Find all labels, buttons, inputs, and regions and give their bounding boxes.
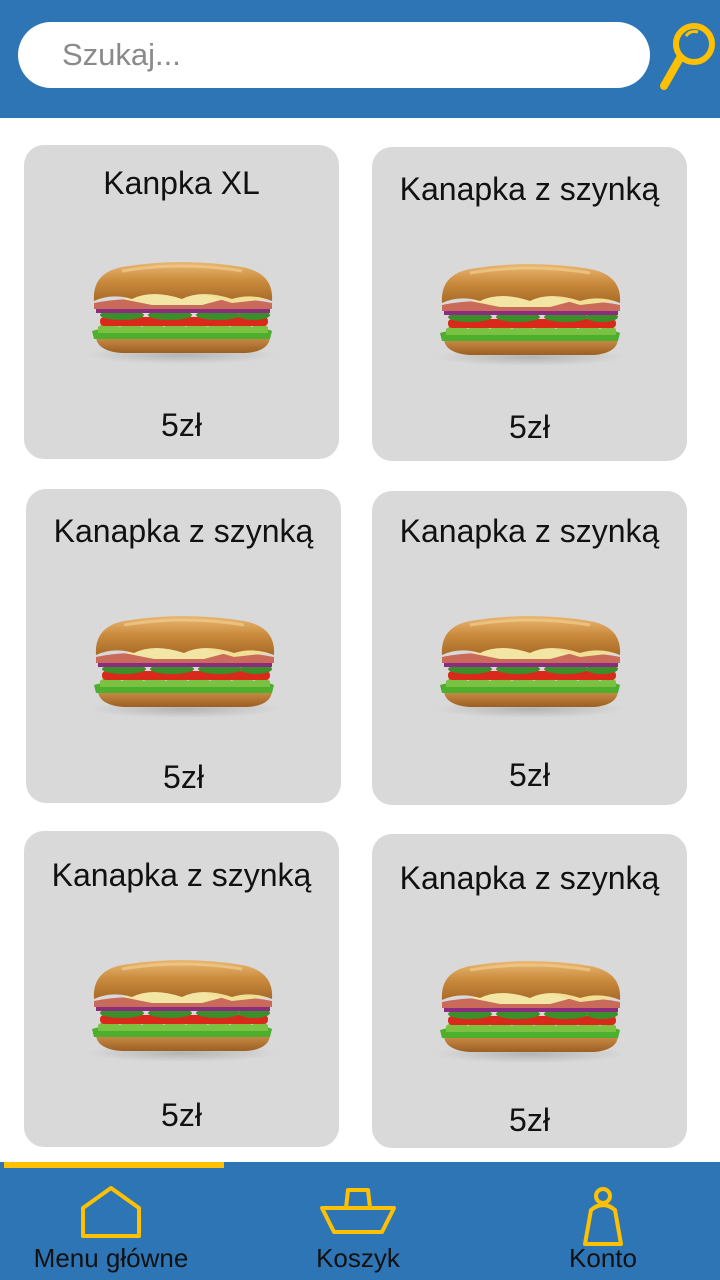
home-icon	[81, 1186, 141, 1238]
product-price: 5zł	[163, 759, 204, 795]
product-price: 5zł	[509, 757, 550, 793]
product-grid: Kanpka XL 5zł Kanapka z szynką 5zł Kanap…	[0, 118, 720, 1162]
nav-label: Konto	[569, 1243, 637, 1273]
top-bar	[0, 0, 720, 118]
sandwich-image	[84, 609, 284, 719]
nav-menu-glowne[interactable]: Menu główne	[16, 1168, 206, 1280]
product-price: 5zł	[161, 407, 202, 443]
sandwich-image	[82, 255, 282, 365]
sandwich-image	[430, 257, 630, 367]
product-card[interactable]: Kanpka XL 5zł	[24, 145, 339, 459]
product-card[interactable]: Kanapka z szynką 5zł	[24, 831, 339, 1147]
person-icon	[583, 1187, 623, 1246]
basket-icon	[320, 1188, 396, 1234]
nav-label: Koszyk	[316, 1243, 400, 1273]
search-box[interactable]	[18, 22, 650, 88]
search-button[interactable]	[658, 18, 720, 96]
sandwich-image	[82, 953, 282, 1063]
product-name: Kanapka z szynką	[51, 857, 312, 893]
bottom-navigation: Menu główne Koszyk Konto	[0, 1162, 720, 1280]
product-price: 5zł	[509, 1102, 550, 1138]
product-card[interactable]: Kanapka z szynką 5zł	[372, 147, 687, 461]
sandwich-image	[430, 954, 630, 1064]
sandwich-image	[430, 609, 630, 719]
product-price: 5zł	[509, 409, 550, 445]
nav-koszyk[interactable]: Koszyk	[288, 1168, 428, 1280]
product-card[interactable]: Kanapka z szynką 5zł	[372, 834, 687, 1148]
magnifier-icon	[660, 23, 715, 90]
product-card[interactable]: Kanapka z szynką 5zł	[372, 491, 687, 805]
product-name: Kanapka z szynką	[399, 513, 660, 549]
product-price: 5zł	[161, 1097, 202, 1133]
product-name: Kanpka XL	[103, 165, 260, 201]
product-name: Kanapka z szynką	[399, 171, 660, 207]
product-name: Kanapka z szynką	[399, 860, 660, 896]
search-input[interactable]	[60, 36, 650, 74]
product-card[interactable]: Kanapka z szynką 5zł	[26, 489, 341, 803]
nav-konto[interactable]: Konto	[548, 1168, 658, 1280]
product-name: Kanapka z szynką	[53, 513, 314, 549]
nav-label: Menu główne	[33, 1243, 189, 1273]
